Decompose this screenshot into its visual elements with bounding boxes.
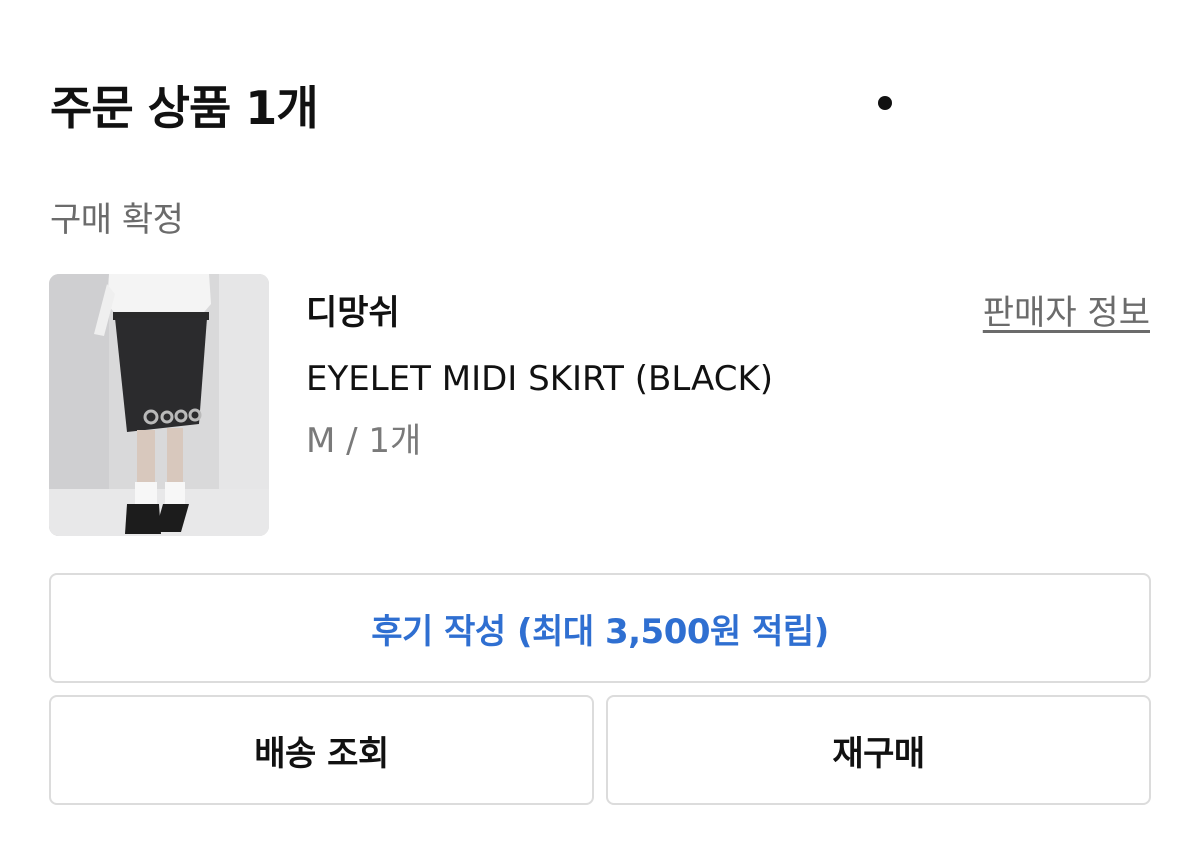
order-items-title: 주문 상품 1개	[50, 81, 319, 135]
product-option: M / 1개	[306, 421, 422, 461]
seller-info-link[interactable]: 판매자 정보	[983, 290, 1150, 336]
track-shipment-button[interactable]: 배송 조회	[49, 695, 594, 805]
write-review-button[interactable]: 후기 작성 (최대 3,500원 적립)	[49, 573, 1151, 683]
repurchase-button[interactable]: 재구매	[606, 695, 1151, 805]
indicator-dot	[878, 96, 892, 110]
brand-name: 디망쉬	[306, 293, 400, 333]
product-name: EYELET MIDI SKIRT (BLACK)	[306, 359, 774, 399]
product-thumbnail[interactable]	[49, 274, 269, 536]
order-status: 구매 확정	[50, 200, 184, 240]
